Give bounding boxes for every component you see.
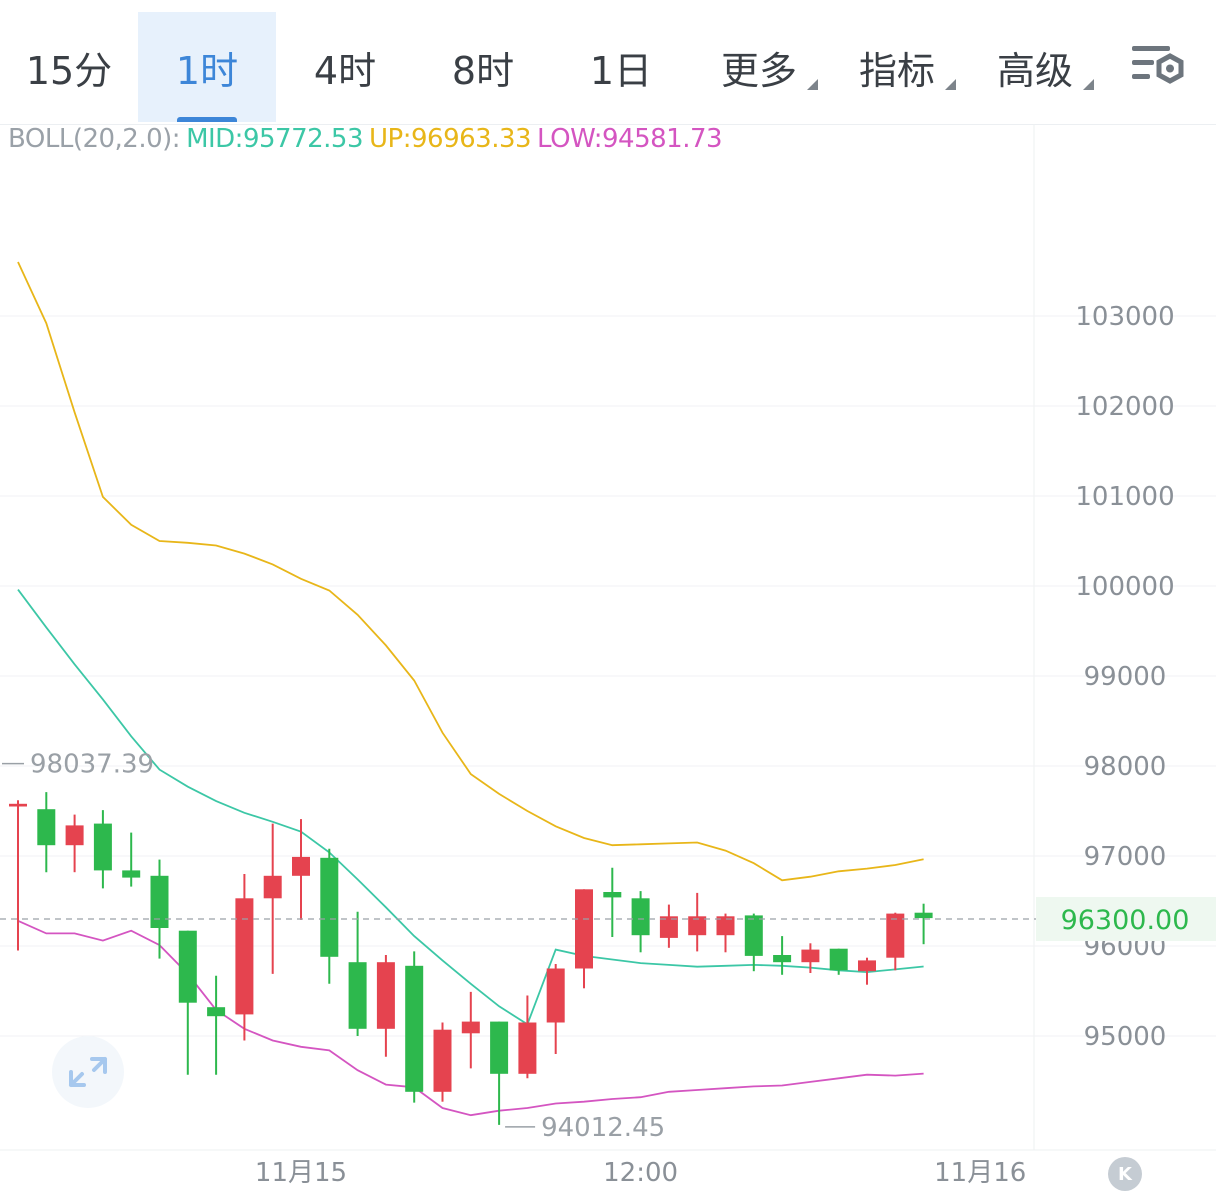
candle-body bbox=[292, 856, 310, 876]
candle-body bbox=[461, 1021, 480, 1034]
boll-low-value: LOW:94581.73 bbox=[537, 124, 723, 154]
boll-mid-value: MID:95772.53 bbox=[186, 124, 364, 154]
boll-label: BOLL(20,2.0): bbox=[8, 124, 181, 154]
y-tick-label: 97000 bbox=[1084, 842, 1167, 872]
y-tick-label: 99000 bbox=[1084, 662, 1167, 692]
tab-label: 4时 bbox=[313, 48, 377, 93]
x-tick-label: 11月16 bbox=[934, 1158, 1026, 1188]
candle-body bbox=[207, 1007, 226, 1017]
candle-body bbox=[858, 960, 876, 972]
x-tick-label: 12:00 bbox=[603, 1158, 678, 1188]
y-tick-label: 95000 bbox=[1084, 1022, 1167, 1052]
tab-8h[interactable]: 8时 bbox=[414, 12, 552, 122]
candle-body bbox=[9, 803, 27, 807]
boll-up-value: UP:96963.33 bbox=[369, 124, 532, 154]
tab-label: 8时 bbox=[451, 48, 515, 93]
candle-body bbox=[688, 916, 707, 936]
candle-body bbox=[348, 962, 367, 1029]
y-tick-label: 102000 bbox=[1075, 392, 1174, 422]
candle-body bbox=[886, 913, 905, 958]
candle-body bbox=[659, 916, 678, 938]
current-price-label: 96300.00 bbox=[1061, 905, 1190, 936]
active-tab-indicator bbox=[177, 117, 237, 122]
dropdown-triangle-icon bbox=[807, 79, 818, 90]
candle-body bbox=[376, 962, 395, 1029]
tab-label: 更多 bbox=[720, 48, 797, 93]
candle-body bbox=[744, 915, 763, 956]
candle-body bbox=[65, 825, 84, 846]
candle-body bbox=[37, 809, 56, 846]
boll-mid-line bbox=[17, 589, 924, 1026]
expand-arrows-icon[interactable] bbox=[52, 1036, 124, 1108]
y-tick-label: 96000 bbox=[1084, 932, 1167, 962]
candle-body bbox=[490, 1021, 509, 1074]
y-tick-label: 103000 bbox=[1075, 302, 1174, 332]
y-tick-label: 101000 bbox=[1075, 482, 1174, 512]
boll-upper-line bbox=[17, 261, 924, 882]
x-tick-label: 11月15 bbox=[255, 1158, 347, 1188]
candle-body bbox=[320, 857, 339, 957]
tab-4h[interactable]: 4时 bbox=[276, 12, 414, 122]
tab-label: 1时 bbox=[175, 48, 239, 93]
current-price-tag bbox=[1036, 897, 1216, 941]
candle-body bbox=[178, 930, 197, 1003]
candle-body bbox=[631, 898, 650, 936]
candle-body bbox=[801, 949, 820, 963]
tab-15m[interactable]: 15分 bbox=[0, 12, 138, 122]
low-price-label: 94012.45 bbox=[541, 1113, 665, 1143]
kline-chart: 95000 96000 97000 98000 99000 100000 101000 102… bbox=[0, 124, 1216, 1188]
candle-body bbox=[93, 823, 112, 871]
chart-settings-icon[interactable] bbox=[1128, 40, 1188, 96]
tab-label: 指标 bbox=[858, 48, 935, 93]
candle-body bbox=[546, 968, 565, 1023]
candle-body bbox=[405, 965, 424, 1092]
dropdown-triangle-icon bbox=[1083, 79, 1094, 90]
candle-body bbox=[829, 948, 848, 971]
k-logo-button[interactable]: K bbox=[1108, 1157, 1142, 1191]
candle-body bbox=[603, 892, 622, 898]
candle-body bbox=[773, 955, 792, 963]
tab-advanced[interactable]: 高级 bbox=[966, 12, 1104, 122]
tab-label: 1日 bbox=[589, 48, 653, 93]
tab-more[interactable]: 更多 bbox=[690, 12, 828, 122]
tab-label: 15分 bbox=[25, 48, 113, 93]
y-tick-label: 100000 bbox=[1075, 572, 1174, 602]
candle-body bbox=[122, 870, 141, 878]
candle-body bbox=[914, 912, 933, 919]
candle-body bbox=[150, 875, 169, 928]
tab-indicators[interactable]: 指标 bbox=[828, 12, 966, 122]
high-price-label: 98037.39 bbox=[30, 750, 154, 780]
candle-body bbox=[235, 898, 254, 1015]
boll-legend: BOLL(20,2.0): MID:95772.53 UP:96963.33 LOW:… bbox=[8, 124, 728, 154]
candle-body bbox=[716, 916, 735, 936]
candle-body bbox=[518, 1022, 537, 1074]
candle-body bbox=[263, 875, 282, 899]
timeframe-tab-bar: 15分 1时 4时 8时 1日 更多 指标 高级 bbox=[0, 0, 1216, 125]
tab-1h[interactable]: 1时 bbox=[138, 12, 276, 122]
candle-body bbox=[433, 1029, 452, 1092]
y-tick-label: 98000 bbox=[1084, 752, 1167, 782]
tab-1d[interactable]: 1日 bbox=[552, 12, 690, 122]
candle-body bbox=[575, 889, 593, 969]
boll-lower-line bbox=[17, 919, 924, 1117]
tab-label: 高级 bbox=[996, 48, 1073, 93]
dropdown-triangle-icon bbox=[945, 79, 956, 90]
